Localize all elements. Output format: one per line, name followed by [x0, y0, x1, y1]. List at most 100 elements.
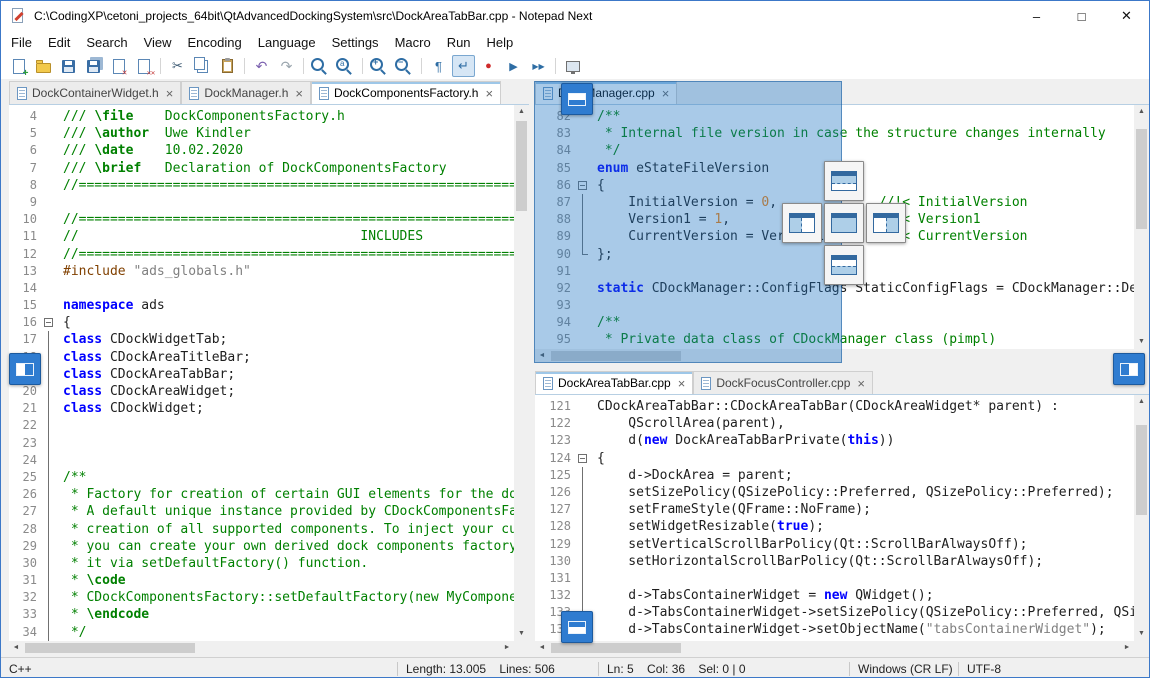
- editor-tab[interactable]: DockContainerWidget.h×: [9, 81, 181, 104]
- scroll-up-icon[interactable]: ▲: [1134, 105, 1149, 119]
- toolbar-separator: [362, 58, 363, 74]
- drop-indicator-bottom[interactable]: [824, 245, 864, 285]
- container-drop-indicator-left[interactable]: [9, 353, 41, 385]
- minimize-button[interactable]: –: [1014, 1, 1059, 31]
- menu-item-macro[interactable]: Macro: [387, 33, 439, 52]
- zoom-out-button[interactable]: [393, 55, 416, 77]
- drop-indicator-center[interactable]: [824, 203, 864, 243]
- close-button[interactable]: ✕: [1104, 1, 1149, 31]
- replace-button[interactable]: [334, 55, 357, 77]
- menu-item-settings[interactable]: Settings: [324, 33, 387, 52]
- code-line: 12//====================================…: [9, 246, 514, 263]
- scroll-up-icon[interactable]: ▲: [1134, 395, 1149, 409]
- dock-right-icon: [873, 213, 899, 233]
- editor-left[interactable]: 4/// \file DockComponentsFactory.h5/// \…: [9, 105, 514, 641]
- menu-item-run[interactable]: Run: [439, 33, 479, 52]
- scroll-down-icon[interactable]: ▼: [514, 627, 529, 641]
- editor-tab[interactable]: DockComponentsFactory.h×: [311, 81, 501, 104]
- code-line: 127 setFrameStyle(QFrame::NoFrame);: [535, 501, 1134, 518]
- scroll-up-icon[interactable]: ▲: [514, 105, 529, 119]
- drop-indicator-left[interactable]: [782, 203, 822, 243]
- menu-item-search[interactable]: Search: [78, 33, 135, 52]
- word-wrap-icon: ↵: [458, 58, 469, 74]
- scroll-down-icon[interactable]: ▼: [1134, 335, 1149, 349]
- scroll-left-icon[interactable]: ◄: [535, 641, 549, 655]
- menu-item-view[interactable]: View: [136, 33, 180, 52]
- container-drop-indicator-bottom[interactable]: [561, 611, 593, 643]
- redo-button[interactable]: ↷: [275, 55, 298, 77]
- show-all-characters-button[interactable]: ¶: [427, 55, 450, 77]
- scroll-right-icon[interactable]: ►: [1120, 641, 1134, 655]
- scrollbar-thumb[interactable]: [1136, 129, 1147, 229]
- code-text: [591, 570, 597, 587]
- save-all-button[interactable]: [82, 55, 105, 77]
- find-button[interactable]: [309, 55, 332, 77]
- editor-bottom-right[interactable]: 121CDockAreaTabBar::CDockAreaTabBar(CDoc…: [535, 395, 1134, 641]
- code-line: 131: [535, 570, 1134, 587]
- copy-button[interactable]: [191, 55, 214, 77]
- tab-bar-left: DockContainerWidget.h×DockManager.h×Dock…: [9, 81, 529, 105]
- scroll-down-icon[interactable]: ▼: [1134, 627, 1149, 641]
- macro-play-button[interactable]: ▶: [502, 55, 525, 77]
- macro-record-button[interactable]: ●: [477, 55, 500, 77]
- code-text: setWidgetResizable(true);: [591, 518, 824, 535]
- open-file-button[interactable]: [32, 55, 55, 77]
- status-encoding[interactable]: UTF-8: [959, 662, 1047, 676]
- new-file-button[interactable]: [7, 55, 30, 77]
- drop-indicator-top[interactable]: [824, 161, 864, 201]
- paste-button[interactable]: [216, 55, 239, 77]
- code-line: 129 setVerticalScrollBarPolicy(Qt::Scrol…: [535, 536, 1134, 553]
- vertical-scrollbar[interactable]: ▲ ▼: [1134, 105, 1149, 349]
- document-icon: [17, 87, 27, 100]
- fold-marker: [41, 331, 57, 348]
- close-all-button[interactable]: [132, 55, 155, 77]
- menu-item-help[interactable]: Help: [479, 33, 522, 52]
- vertical-scrollbar[interactable]: ▲ ▼: [514, 105, 529, 641]
- word-wrap-button[interactable]: ↵: [452, 55, 475, 77]
- menu-item-file[interactable]: File: [3, 33, 40, 52]
- tab-close-icon[interactable]: ×: [678, 376, 686, 391]
- fold-column: [575, 398, 591, 415]
- window-layout-button[interactable]: [561, 55, 584, 77]
- scroll-left-icon[interactable]: ◄: [9, 641, 23, 655]
- scrollbar-thumb[interactable]: [1136, 425, 1147, 515]
- fold-marker[interactable]: [41, 314, 57, 331]
- undo-button[interactable]: ↶: [250, 55, 273, 77]
- code-text: /**: [57, 469, 86, 486]
- status-eol-format[interactable]: Windows (CR LF): [850, 662, 958, 676]
- editor-tab[interactable]: DockAreaTabBar.cpp×: [535, 371, 693, 394]
- save-button[interactable]: [57, 55, 80, 77]
- scroll-right-icon[interactable]: ►: [500, 641, 514, 655]
- macro-run-multiple-button[interactable]: ▶▶: [527, 55, 550, 77]
- scrollbar-thumb[interactable]: [516, 121, 527, 211]
- code-line: 20class CDockAreaWidget;: [9, 383, 514, 400]
- cut-button[interactable]: ✂: [166, 55, 189, 77]
- window-controls: – □ ✕: [1014, 1, 1149, 31]
- scrollbar-thumb[interactable]: [551, 643, 681, 653]
- code-line: 16{: [9, 314, 514, 331]
- status-language[interactable]: C++: [1, 662, 397, 676]
- menu-item-language[interactable]: Language: [250, 33, 324, 52]
- fold-marker[interactable]: [575, 450, 591, 467]
- tab-close-icon[interactable]: ×: [295, 86, 303, 101]
- menu-item-edit[interactable]: Edit: [40, 33, 78, 52]
- zoom-in-button[interactable]: [368, 55, 391, 77]
- close-button[interactable]: [107, 55, 130, 77]
- drop-indicator-right[interactable]: [866, 203, 906, 243]
- scrollbar-thumb[interactable]: [25, 643, 195, 653]
- maximize-button[interactable]: □: [1059, 1, 1104, 31]
- tab-close-icon[interactable]: ×: [857, 376, 865, 391]
- menu-item-encoding[interactable]: Encoding: [180, 33, 250, 52]
- tab-close-icon[interactable]: ×: [485, 86, 493, 101]
- container-drop-indicator-right[interactable]: [1113, 353, 1145, 385]
- editor-tab[interactable]: DockFocusController.cpp×: [693, 371, 873, 394]
- horizontal-scrollbar[interactable]: ◄ ►: [535, 641, 1134, 655]
- container-drop-indicator-top[interactable]: [561, 83, 593, 115]
- tab-close-icon[interactable]: ×: [166, 86, 174, 101]
- horizontal-scrollbar[interactable]: ◄ ►: [9, 641, 514, 655]
- title-bar[interactable]: C:\CodingXP\cetoni_projects_64bit\QtAdva…: [1, 1, 1149, 31]
- code-text: setFrameStyle(QFrame::NoFrame);: [591, 501, 871, 518]
- code-line: 123 d(new DockAreaTabBarPrivate(this)): [535, 432, 1134, 449]
- vertical-scrollbar[interactable]: ▲ ▼: [1134, 395, 1149, 641]
- editor-tab[interactable]: DockManager.h×: [181, 81, 311, 104]
